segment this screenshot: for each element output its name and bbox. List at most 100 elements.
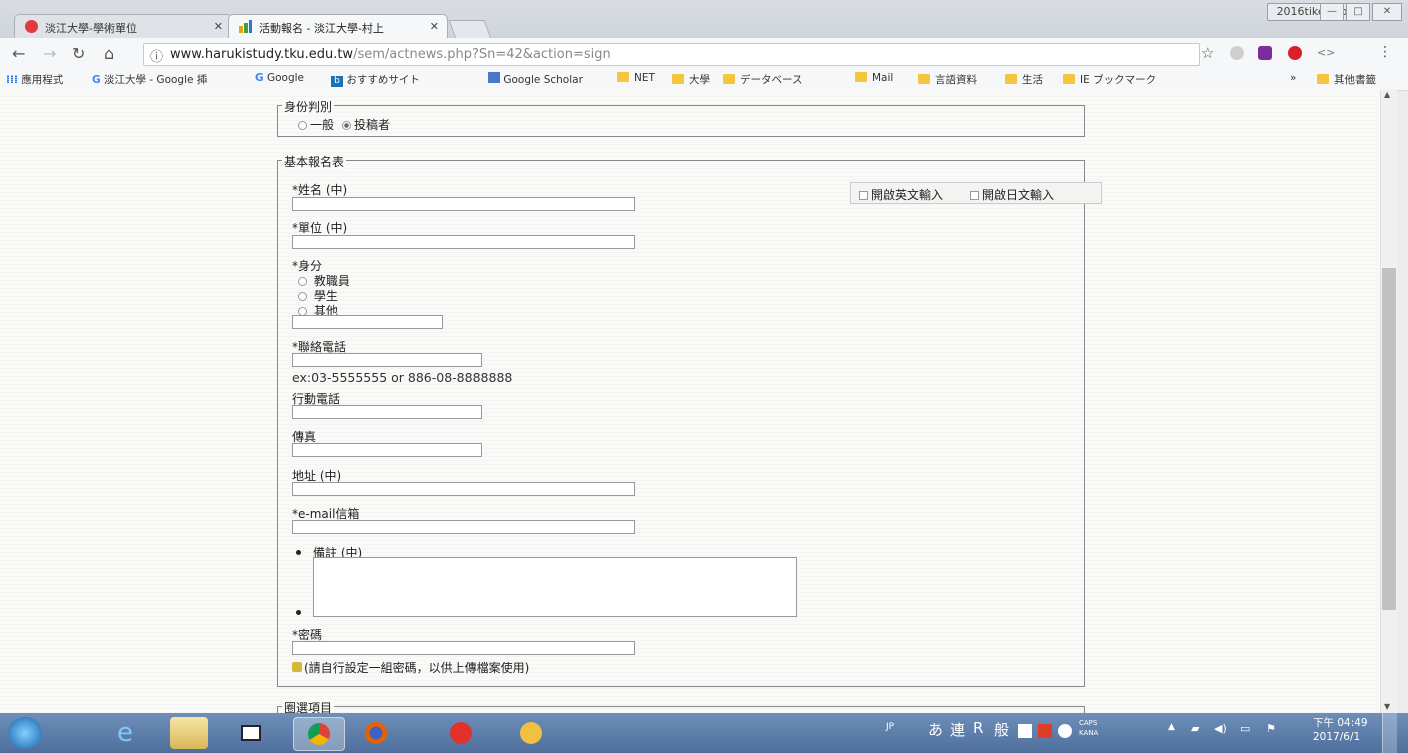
bing-icon: b [331,76,343,87]
menu-icon[interactable]: ⋮ [1378,44,1392,60]
input-mode-toggles: 開啟英文輸入 開啟日文輸入 [850,182,1102,204]
ime-lang[interactable]: JP [886,722,894,732]
ime-romaji[interactable]: R [973,719,983,737]
bookmark-university[interactable]: 大學 [672,72,710,87]
close-icon[interactable]: ✕ [214,20,223,33]
scroll-down-icon[interactable]: ▼ [1384,702,1390,711]
app-icon[interactable] [442,717,480,749]
star-icon[interactable]: ☆ [1201,44,1214,62]
bookmark-ie[interactable]: IE ブックマーク [1063,72,1156,87]
bookmark-google[interactable]: G Google [255,72,304,84]
address-input[interactable] [292,482,635,496]
list-bullet [296,550,301,555]
caps-indicator: CAPS [1079,719,1098,727]
back-icon[interactable]: ← [12,44,25,63]
fax-input[interactable] [292,443,482,457]
address-bar[interactable]: ⓘ www.harukistudy.tku.edu.tw/sem/actnews… [143,43,1200,66]
unit-input[interactable] [292,235,635,249]
bookmark-apps[interactable]: ⁞⁞⁞ 應用程式 [6,72,63,87]
google-icon: G [255,72,264,84]
reload-icon[interactable]: ↻ [72,44,85,63]
minimize-button[interactable]: — [1320,3,1344,21]
bookmark-other[interactable]: 其他書籤 [1317,72,1376,87]
status-other-input[interactable] [292,315,443,329]
extension-icon[interactable] [1230,46,1244,60]
pinterest-icon[interactable] [1288,46,1302,60]
tab-tku-academic[interactable]: 淡江大學-學術單位 ✕ [14,14,232,38]
clock-time[interactable]: 下午 04:49 [1313,715,1368,730]
volume-icon[interactable]: ◀) [1214,722,1227,735]
close-icon[interactable]: ✕ [430,20,439,33]
email-input[interactable] [292,520,635,534]
clock-date[interactable]: 2017/6/1 [1313,731,1360,743]
bookmark-recommended[interactable]: b おすすめサイト [331,72,420,87]
help-icon [292,662,302,672]
tray-expand-icon[interactable]: ▲ [1168,722,1175,732]
bookmark-tku-google[interactable]: G 淡江大學 - Google 揷 [92,72,207,87]
info-icon[interactable]: ⓘ [150,46,163,65]
selection-fieldset: 圈選項目 [277,699,1085,713]
name-label: *姓名 (中) [292,183,348,197]
ie-icon[interactable]: e [106,717,144,749]
ime-hiragana[interactable]: あ [928,719,943,740]
radio-selected-icon [342,121,351,130]
phone-input[interactable] [292,353,482,367]
firefox-icon[interactable] [357,717,395,749]
radio-general[interactable]: 一般 [298,116,334,133]
messenger-icon[interactable] [512,717,550,749]
bookmark-language-data[interactable]: 言語資料 [918,72,977,87]
display-icon[interactable]: ▭ [1240,722,1250,735]
bookmark-net[interactable]: NET [617,72,655,84]
code-icon[interactable]: <> [1317,46,1335,59]
ime-general[interactable]: 般 [994,719,1009,740]
radio-author[interactable]: 投稿者 [342,116,390,133]
bookmarks-overflow[interactable]: » [1290,72,1296,84]
identity-fieldset: 身份判別 一般 投稿者 [277,98,1085,137]
name-input[interactable] [292,197,635,211]
checkbox-icon [970,191,979,200]
google-icon: G [92,74,101,86]
tab-event-signup[interactable]: 活動報名 - 淡江大學-村上 ✕ [228,14,448,38]
flag-icon[interactable]: ⚑ [1266,722,1276,735]
identity-legend: 身份判別 [282,98,335,115]
english-input-checkbox[interactable]: 開啟英文輸入 [859,186,943,203]
folder-icon [855,72,867,82]
folder-icon [1005,74,1017,84]
scrollbar-thumb[interactable] [1382,268,1396,610]
basic-registration-fieldset: 基本報名表 開啟英文輸入 開啟日文輸入 *姓名 (中) *單位 (中) *身分 … [277,153,1102,687]
ime-pad-icon[interactable] [1018,724,1032,738]
ime-tools-icon[interactable] [1038,724,1052,738]
apps-grid-icon: ⁞⁞⁞ [6,74,18,86]
folder-icon [672,74,684,84]
ime-help-icon[interactable] [1058,724,1072,738]
japanese-input-checkbox[interactable]: 開啟日文輸入 [970,186,1054,203]
forward-icon[interactable]: → [43,44,56,63]
password-input[interactable] [292,641,635,655]
bookmark-scholar[interactable]: Google Scholar [488,72,583,86]
password-hint: (請自行設定一組密碼，以供上傳檔案使用) [292,659,529,676]
folder-icon [723,74,735,84]
new-tab-button[interactable] [448,20,492,39]
media-player-icon[interactable] [232,717,270,749]
ime-conversion[interactable]: 連 [950,719,965,740]
bookmark-life[interactable]: 生活 [1005,72,1043,87]
network-icon[interactable]: ▰ [1191,722,1199,735]
maximize-button[interactable]: □ [1346,3,1370,21]
onenote-icon[interactable] [1258,46,1272,60]
tab-title: 淡江大學-學術單位 [45,22,137,35]
checkbox-icon [859,191,868,200]
explorer-icon[interactable] [170,717,208,749]
phone-hint: ex:03-5555555 or 886-08-8888888 [292,370,513,385]
scroll-up-icon[interactable]: ▲ [1384,90,1390,99]
radio-icon [298,121,307,130]
bookmark-database[interactable]: データベース [723,72,802,87]
mobile-input[interactable] [292,405,482,419]
bookmark-mail[interactable]: Mail [855,72,893,84]
chrome-icon[interactable] [293,717,345,751]
kana-indicator: KANA [1079,729,1099,737]
close-window-button[interactable]: ✕ [1372,3,1402,21]
start-button[interactable] [8,717,42,749]
show-desktop-button[interactable] [1382,713,1397,753]
note-textarea[interactable] [313,557,797,617]
home-icon[interactable]: ⌂ [104,44,114,63]
